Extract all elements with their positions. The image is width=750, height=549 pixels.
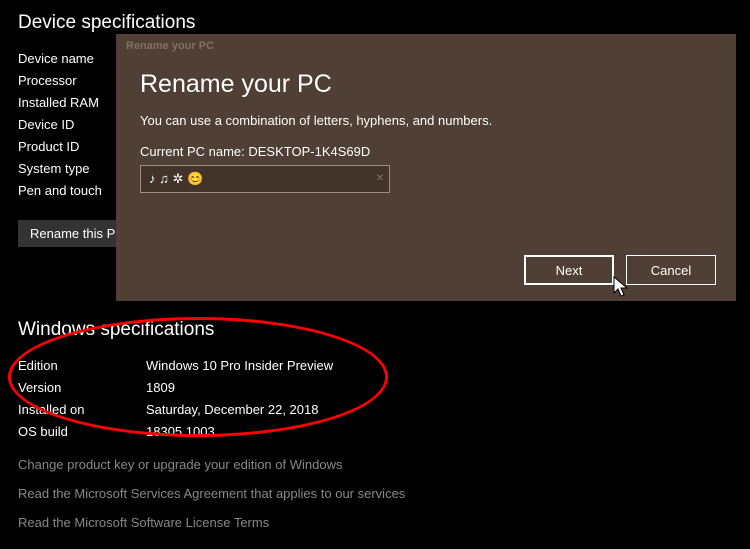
- edition-row: Edition Windows 10 Pro Insider Preview: [18, 355, 732, 377]
- version-label: Version: [18, 377, 146, 399]
- installed-value: Saturday, December 22, 2018: [146, 399, 318, 421]
- device-spec-title: Device specifications: [18, 12, 732, 34]
- dialog-titlebar: Rename your PC: [116, 34, 736, 58]
- next-button[interactable]: Next: [524, 255, 614, 285]
- build-row: OS build 18305.1003: [18, 421, 732, 443]
- build-value: 18305.1003: [146, 421, 215, 443]
- windows-spec-list: Edition Windows 10 Pro Insider Preview V…: [18, 355, 732, 443]
- windows-spec-title: Windows specifications: [18, 319, 732, 341]
- edition-value: Windows 10 Pro Insider Preview: [146, 355, 333, 377]
- edition-label: Edition: [18, 355, 146, 377]
- current-pc-name-line: Current PC name: DESKTOP-1K4S69D: [140, 144, 712, 159]
- license-link[interactable]: Read the Microsoft Software License Term…: [18, 515, 732, 530]
- clear-input-icon[interactable]: ×: [376, 169, 384, 185]
- version-row: Version 1809: [18, 377, 732, 399]
- current-pc-name-value: DESKTOP-1K4S69D: [248, 144, 370, 159]
- installed-row: Installed on Saturday, December 22, 2018: [18, 399, 732, 421]
- cancel-button[interactable]: Cancel: [626, 255, 716, 285]
- build-label: OS build: [18, 421, 146, 443]
- rename-pc-dialog: Rename your PC Rename your PC You can us…: [116, 34, 736, 301]
- dialog-heading: Rename your PC: [140, 70, 712, 99]
- version-value: 1809: [146, 377, 175, 399]
- pc-name-input[interactable]: [140, 165, 390, 193]
- dialog-description: You can use a combination of letters, hy…: [140, 113, 712, 128]
- services-link[interactable]: Read the Microsoft Services Agreement th…: [18, 486, 732, 501]
- current-pc-name-label: Current PC name:: [140, 144, 248, 159]
- installed-label: Installed on: [18, 399, 146, 421]
- product-key-link[interactable]: Change product key or upgrade your editi…: [18, 457, 732, 472]
